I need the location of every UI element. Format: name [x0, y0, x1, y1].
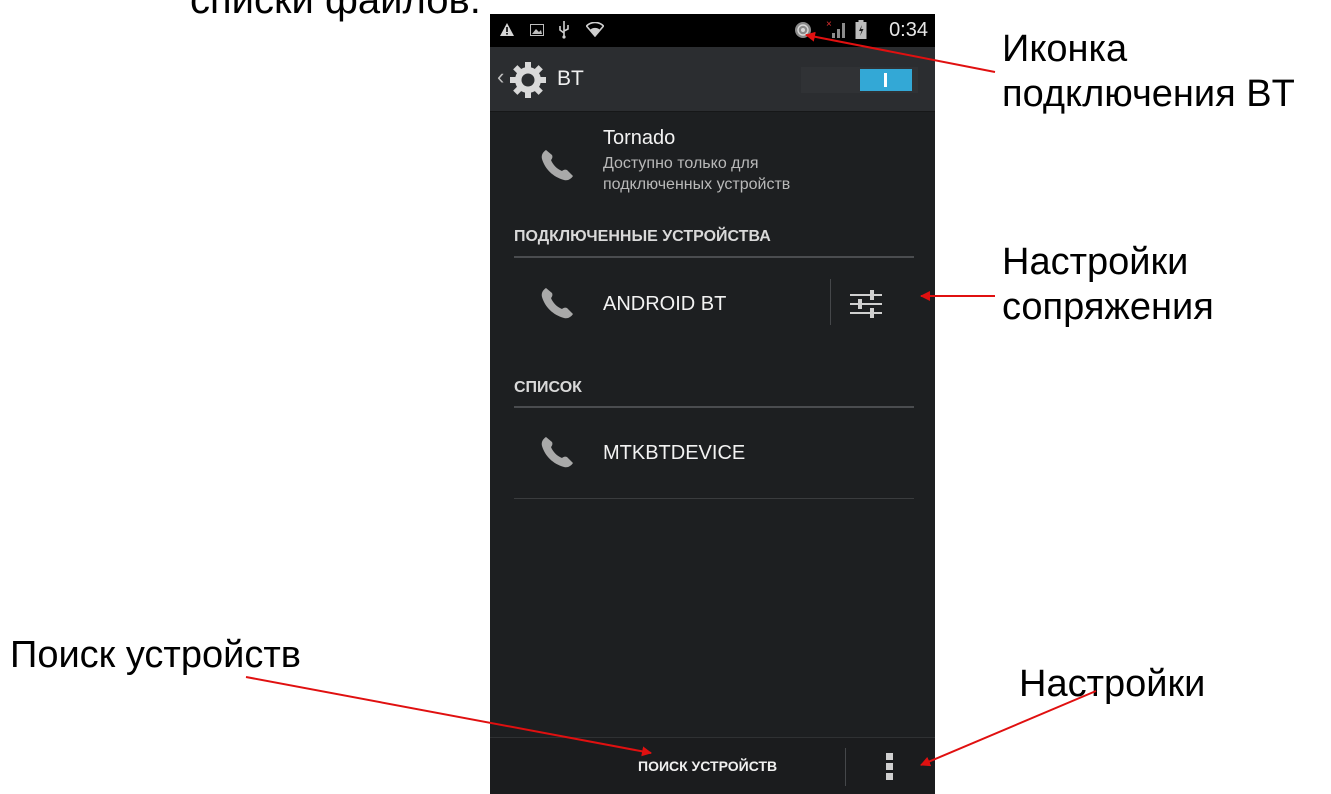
signal-icon: × [826, 19, 845, 38]
pairing-settings-icon[interactable] [847, 285, 885, 323]
slide-title: списки файлов. [190, 0, 481, 22]
device-list-header: СПИСОК [514, 379, 582, 396]
warning-icon [500, 23, 514, 36]
battery-icon [855, 20, 867, 39]
phone-icon [541, 437, 573, 468]
image-icon [530, 24, 544, 36]
section-divider [514, 256, 914, 258]
back-chevron-icon[interactable]: ‹ [497, 65, 504, 89]
visibility-line-1: Доступно только для [603, 155, 759, 172]
bluetooth-connected-icon [795, 22, 811, 38]
bluetooth-settings-list: Tornado Доступно только для подключенных… [490, 112, 935, 737]
phone-screen: × 0:34 ‹ BT Tornado Доступно только для … [490, 14, 935, 794]
annotation-search: Поиск устройств [10, 634, 301, 676]
annotation-line: сопряжения [1002, 286, 1214, 328]
wifi-icon [586, 22, 604, 37]
item-divider [514, 498, 914, 499]
usb-icon [559, 21, 569, 39]
search-devices-button[interactable]: ПОИСК УСТРОЙСТВ [638, 757, 777, 775]
device-name[interactable]: Tornado [603, 126, 675, 150]
phone-icon [541, 150, 573, 181]
phone-icon [541, 288, 573, 319]
settings-gear-icon[interactable] [508, 60, 548, 100]
bluetooth-toggle[interactable] [801, 67, 918, 93]
overflow-menu-icon[interactable] [886, 751, 896, 783]
status-bar: × 0:34 [490, 14, 935, 47]
annotation-line: Иконка [1002, 28, 1128, 70]
annotation-pairing: Настройки сопряжения [1002, 240, 1214, 330]
page-title: BT [557, 67, 584, 90]
device-name: MTKBTDEVICE [603, 442, 746, 464]
bottom-divider [845, 748, 846, 786]
annotation-line: Настройки [1002, 241, 1189, 283]
connected-devices-header: ПОДКЛЮЧЕННЫЕ УСТРОЙСТВА [514, 228, 771, 245]
toggle-on-mark [884, 73, 887, 87]
svg-text:×: × [826, 19, 832, 30]
device-name: ANDROID BT [603, 293, 727, 315]
annotation-settings: Настройки [1019, 663, 1206, 705]
status-time: 0:34 [889, 19, 928, 41]
annotation-bt-icon: Иконка подключения BT [1002, 27, 1295, 117]
visibility-line-2: подключенных устройств [603, 176, 791, 193]
annotation-line: подключения BT [1002, 73, 1295, 115]
action-bar: ‹ BT [490, 47, 935, 112]
item-divider [830, 279, 831, 325]
bottom-action-bar: ПОИСК УСТРОЙСТВ [490, 737, 935, 794]
toggle-knob [860, 69, 912, 91]
section-divider [514, 406, 914, 408]
